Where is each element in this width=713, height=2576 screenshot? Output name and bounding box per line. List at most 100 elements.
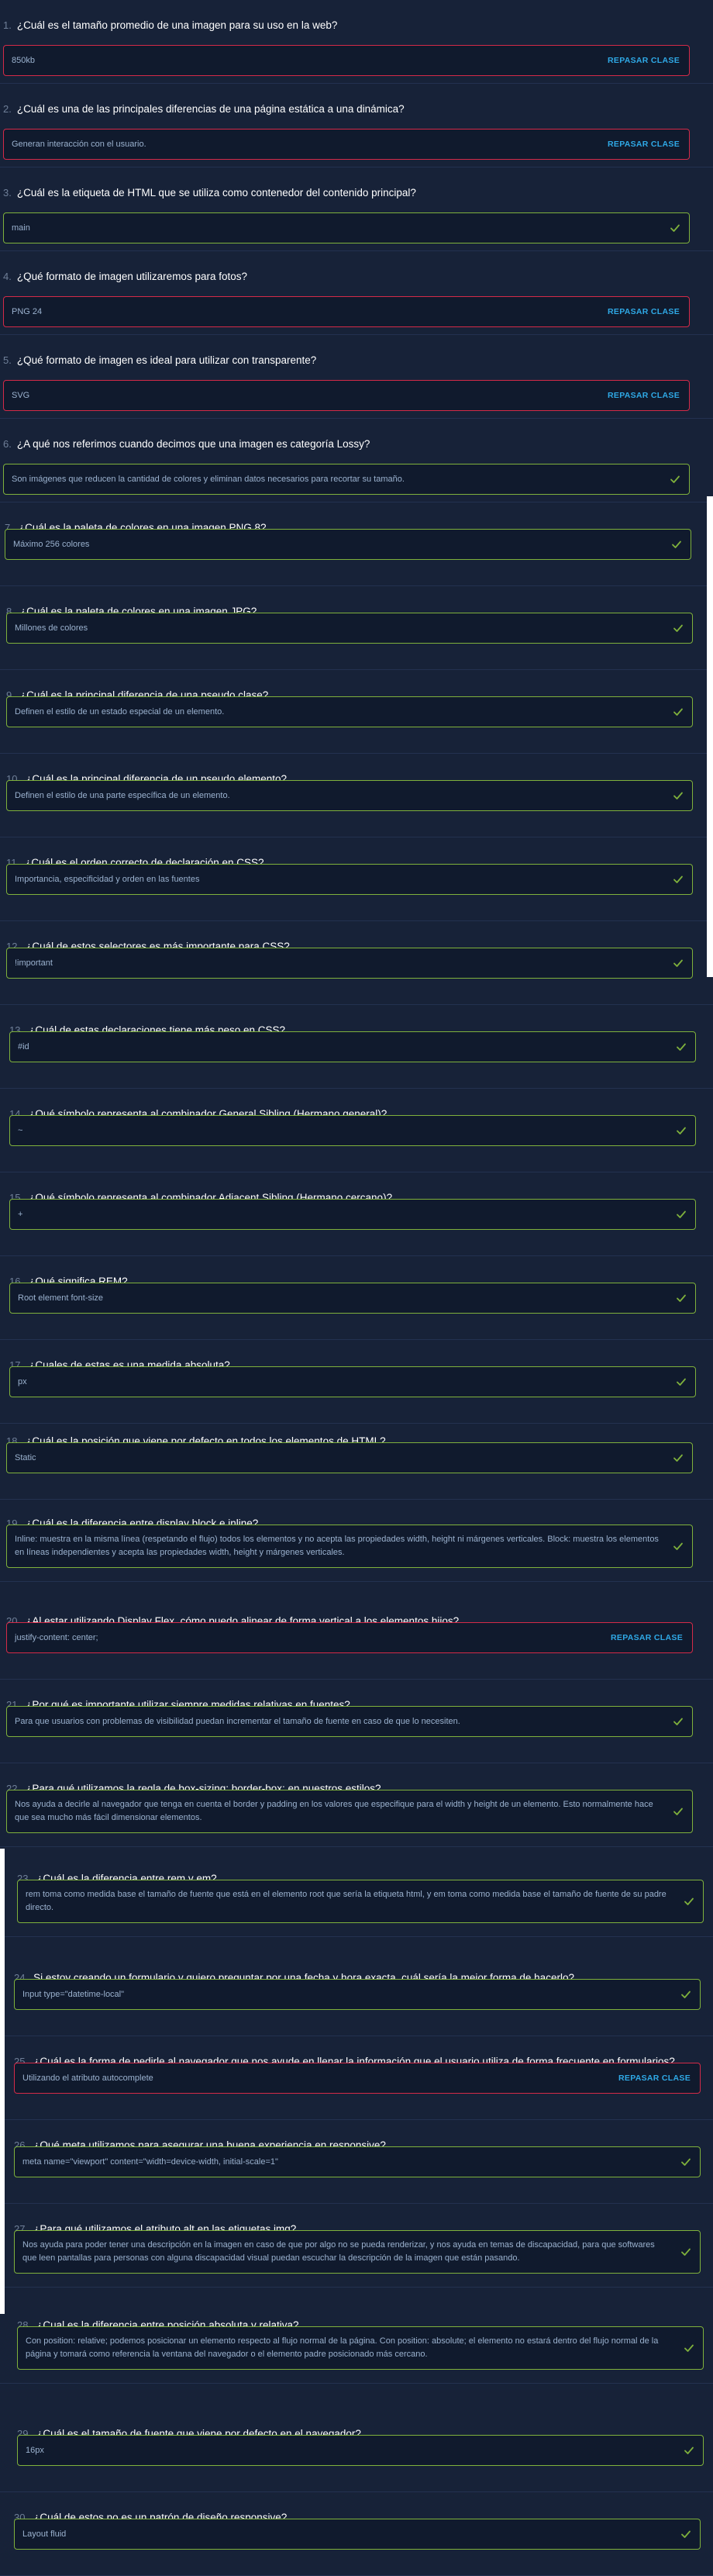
answer-box-correct: Millones de colores — [6, 613, 693, 644]
answer-text: rem toma como medida base el tamaño de f… — [26, 1890, 666, 1912]
check-icon — [677, 1127, 686, 1134]
answer-box-incorrect: Generan interacción con el usuario. REPAS… — [3, 129, 690, 160]
check-icon — [677, 1378, 686, 1386]
question-card: 18. ¿Cuál es la posición que viene por de… — [0, 1416, 713, 1500]
check-icon — [673, 792, 683, 799]
answer-box-correct: rem toma como medida base el tamaño de f… — [17, 1880, 704, 1923]
question-text: ¿Cuál es el tamaño promedio de una image… — [16, 19, 338, 31]
review-class-link[interactable]: REPASAR CLASE — [618, 2074, 691, 2083]
answer-box-correct: 16px — [17, 2435, 704, 2466]
answer-text: main — [12, 223, 30, 233]
answer-box-correct: px — [9, 1366, 696, 1397]
review-class-link[interactable]: REPASAR CLASE — [608, 56, 680, 65]
answer-text: Layout fluid — [22, 2529, 67, 2539]
answer-text: Input type="datetime-local" — [22, 1989, 125, 1999]
answer-box-correct: Máximo 256 colores — [5, 529, 691, 560]
answer-text: meta name="viewport" content="width=devi… — [22, 2156, 278, 2167]
question-card: 11. ¿Cuál es el orden correcto de declara… — [0, 837, 713, 921]
question-card: 20. ¿Al estar utilizando Display Flex, có… — [0, 1596, 713, 1680]
answer-text: #id — [18, 1041, 29, 1051]
question-card: 16. ¿Qué significa REM? Root element font-… — [0, 1256, 713, 1340]
check-icon — [673, 1542, 683, 1550]
question-number: 5. — [3, 354, 12, 366]
answer-box-correct: Para que usuarios con problemas de visib… — [6, 1706, 693, 1737]
answer-text: px — [18, 1376, 27, 1386]
answer-text: justify-content: center; — [15, 1632, 98, 1642]
check-icon — [673, 959, 683, 967]
check-icon — [684, 1897, 694, 1905]
answer-text: SVG — [12, 390, 30, 400]
question-card: 29. ¿Cuál es el tamaño de fuente que vien… — [0, 2409, 713, 2492]
question-header: 3. ¿Cuál es la etiqueta de HTML que se ut… — [3, 185, 416, 200]
check-icon — [673, 1454, 683, 1462]
answer-box-correct: Definen el estilo de un estado especial … — [6, 696, 693, 727]
check-icon — [681, 2248, 691, 2256]
question-card: 26. ¿Qué meta utilizamos para asegurar un… — [0, 2120, 713, 2204]
answer-text: Millones de colores — [15, 623, 88, 633]
review-class-link[interactable]: REPASAR CLASE — [608, 307, 680, 316]
check-icon — [677, 1210, 686, 1218]
question-number: 6. — [3, 437, 12, 450]
check-icon — [673, 1808, 683, 1815]
check-icon — [684, 2447, 694, 2454]
question-header: 6. ¿A qué nos referimos cuando decimos qu… — [3, 436, 370, 451]
question-card: 17. ¿Cuales de estas es una medida absolu… — [0, 1340, 713, 1424]
question-text: ¿Qué formato de imagen utilizaremos para… — [16, 270, 247, 282]
answer-box-correct: Layout fluid — [14, 2519, 701, 2550]
answer-box-correct: Root element font-size — [9, 1283, 696, 1314]
answer-text: PNG 24 — [12, 306, 43, 316]
question-card: 8. ¿Cuál es la paleta de colores en una i… — [0, 586, 713, 670]
question-card: 6. ¿A qué nos referimos cuando decimos qu… — [0, 419, 713, 502]
answer-box-correct: !important — [6, 948, 693, 979]
answer-text: + — [18, 1209, 23, 1219]
question-header: 5. ¿Qué formato de imagen es ideal para u… — [3, 352, 316, 368]
question-card: 5. ¿Qué formato de imagen es ideal para u… — [0, 335, 713, 419]
answer-text: !important — [15, 958, 53, 968]
answer-text: Importancia, especificidad y orden en la… — [15, 874, 200, 884]
question-number: 2. — [3, 102, 12, 115]
answer-text: ~ — [18, 1125, 23, 1135]
question-header: 2. ¿Cuál es una de las principales difere… — [3, 101, 405, 116]
question-card: 12. ¿Cuál de estos selectores es más impo… — [0, 921, 713, 1005]
answer-box-correct: Importancia, especificidad y orden en la… — [6, 864, 693, 895]
question-card: 28. ¿Cual es la diferencia entre posición… — [0, 2300, 713, 2384]
page-edge-left — [0, 1849, 5, 2314]
question-card: 7. ¿Cuál es la paleta de colores en una i… — [0, 502, 713, 586]
answer-text: Root element font-size — [18, 1293, 104, 1303]
check-icon — [684, 2344, 694, 2352]
answer-text: Con position: relative; podemos posicion… — [26, 2336, 659, 2359]
question-card: 23. ¿Cuál es la diferencia entre rem y em… — [0, 1853, 713, 1937]
question-number: 3. — [3, 186, 12, 199]
answer-box-correct: #id — [9, 1031, 696, 1062]
answer-box-correct: Nos ayuda a decirle al navegador que ten… — [6, 1790, 693, 1833]
question-text: ¿Cuál es una de las principales diferenc… — [16, 102, 405, 115]
review-class-link[interactable]: REPASAR CLASE — [608, 140, 680, 149]
question-text: ¿A qué nos referimos cuando decimos que … — [16, 437, 370, 450]
check-icon — [677, 1043, 686, 1051]
review-class-link[interactable]: REPASAR CLASE — [611, 1633, 683, 1642]
check-icon — [673, 624, 683, 632]
question-card: 15. ¿Qué símbolo representa al combinador… — [0, 1172, 713, 1256]
page-edge-right — [707, 496, 713, 977]
answer-box-correct: Con position: relative; podemos posicion… — [17, 2326, 704, 2370]
answer-box-incorrect: SVG REPASAR CLASE — [3, 380, 690, 411]
review-class-link[interactable]: REPASAR CLASE — [608, 391, 680, 400]
answer-box-correct: ~ — [9, 1115, 696, 1146]
question-text: ¿Qué formato de imagen es ideal para uti… — [16, 354, 317, 366]
check-icon — [681, 1991, 691, 1998]
answer-box-incorrect: PNG 24 REPASAR CLASE — [3, 296, 690, 327]
question-card: 3. ¿Cuál es la etiqueta de HTML que se ut… — [0, 167, 713, 251]
check-icon — [677, 1294, 686, 1302]
answer-text: Static — [15, 1452, 36, 1462]
check-icon — [673, 1718, 683, 1725]
answer-text: Nos ayuda para poder tener una descripci… — [22, 2240, 655, 2263]
answer-text: Inline: muestra en la misma línea (respe… — [15, 1535, 659, 1557]
answer-text: Para que usuarios con problemas de visib… — [15, 1716, 460, 1726]
answer-text: 16px — [26, 2445, 44, 2455]
answer-text: Nos ayuda a decirle al navegador que ten… — [15, 1800, 653, 1822]
check-icon — [670, 475, 680, 483]
check-icon — [670, 224, 680, 232]
question-number: 1. — [3, 19, 12, 31]
question-card: 9. ¿Cuál es la principal diferencia de un… — [0, 670, 713, 754]
answer-box-correct: meta name="viewport" content="width=devi… — [14, 2146, 701, 2177]
